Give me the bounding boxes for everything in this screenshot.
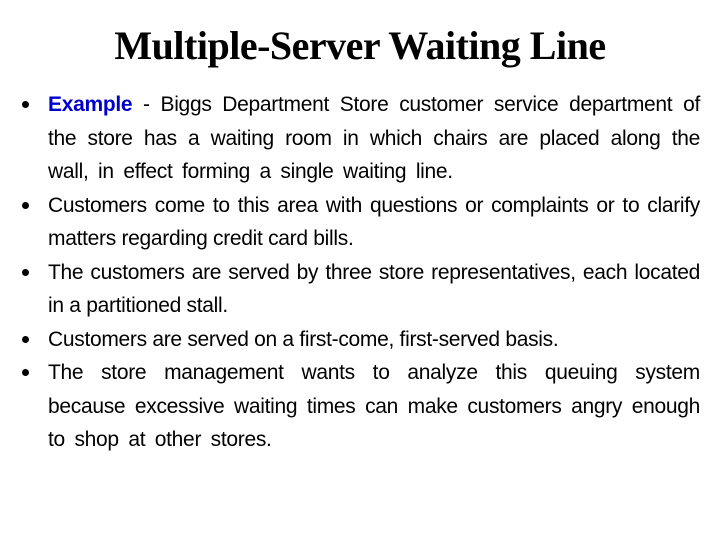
bullet-item: Customers come to this area with questio…	[20, 189, 700, 256]
bullet-text: - Biggs Department Store customer servic…	[48, 93, 700, 183]
bullet-item: Customers are served on a first-come, fi…	[20, 323, 700, 357]
bullet-text: Customers are served on a first-come, fi…	[48, 327, 559, 351]
bullet-text: The store management wants to analyze th…	[48, 361, 700, 451]
bullet-icon	[22, 268, 29, 276]
bullet-icon	[22, 369, 29, 376]
slide: Multiple-Server Waiting Line Example - B…	[0, 0, 720, 540]
bullet-text: Customers come to this area with questio…	[48, 193, 700, 251]
bullet-text: The customers are served by three store …	[48, 260, 700, 318]
example-label: Example	[48, 93, 133, 116]
bullet-item: The store management wants to analyze th…	[20, 356, 700, 457]
bullet-item: The customers are served by three store …	[20, 256, 700, 323]
bullet-icon	[22, 101, 29, 108]
slide-title: Multiple-Server Waiting Line	[114, 23, 606, 68]
bullet-item-example: Example - Biggs Department Store custome…	[20, 88, 700, 189]
bullet-list: Example - Biggs Department Store custome…	[20, 88, 700, 457]
bullet-icon	[22, 201, 29, 209]
bullet-icon	[22, 335, 29, 343]
